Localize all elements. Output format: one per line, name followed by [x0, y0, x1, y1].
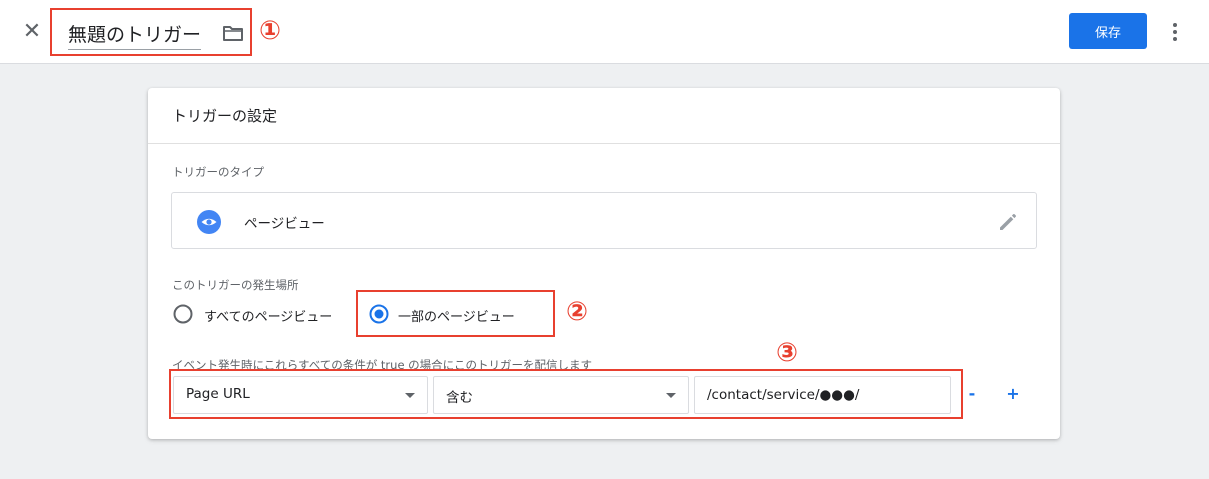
condition-variable-value: Page URL [186, 386, 250, 402]
radio-all-pageviews-label[interactable]: すべてのページビュー [204, 306, 332, 325]
annotation-marker-2: ② [566, 297, 589, 327]
annotation-box-1: 無題のトリガー [50, 8, 252, 56]
trigger-config-card: トリガーの設定 トリガーのタイプ ページビュー このトリガーの発生場所 すべての… [148, 88, 1060, 439]
condition-variable-select[interactable]: Page URL [173, 376, 428, 414]
annotation-marker-1: ① [259, 16, 282, 46]
condition-value-input[interactable] [694, 376, 951, 414]
save-button[interactable]: 保存 [1069, 13, 1147, 49]
more-vert-icon[interactable] [1165, 20, 1185, 44]
fires-on-label: このトリガーの発生場所 [172, 278, 299, 292]
annotation-marker-3: ③ [776, 338, 799, 368]
radio-all-pageviews[interactable] [173, 304, 193, 324]
eye-icon [197, 210, 221, 234]
radio-some-pageviews[interactable] [369, 304, 389, 324]
condition-operator-value: 含む [446, 390, 473, 406]
add-condition-button[interactable]: + [1005, 384, 1021, 404]
close-icon[interactable]: ✕ [20, 20, 44, 44]
trigger-type-value: ページビュー [244, 216, 325, 232]
trigger-type-selector[interactable]: ページビュー [171, 192, 1037, 249]
trigger-type-label: トリガーのタイプ [172, 165, 264, 179]
card-header: トリガーの設定 [148, 88, 1060, 144]
condition-operator-select[interactable]: 含む [433, 376, 689, 414]
folder-icon[interactable] [222, 24, 244, 42]
radio-some-pageviews-label[interactable]: 一部のページビュー [398, 306, 515, 325]
card-title: トリガーの設定 [172, 107, 278, 125]
top-bar: ✕ 無題のトリガー ① 保存 [0, 0, 1209, 64]
pencil-icon[interactable] [996, 210, 1020, 234]
dropdown-caret-icon [666, 393, 676, 398]
trigger-name-field[interactable]: 無題のトリガー [68, 20, 202, 50]
dropdown-caret-icon [405, 393, 415, 398]
remove-condition-button[interactable]: - [964, 384, 980, 404]
